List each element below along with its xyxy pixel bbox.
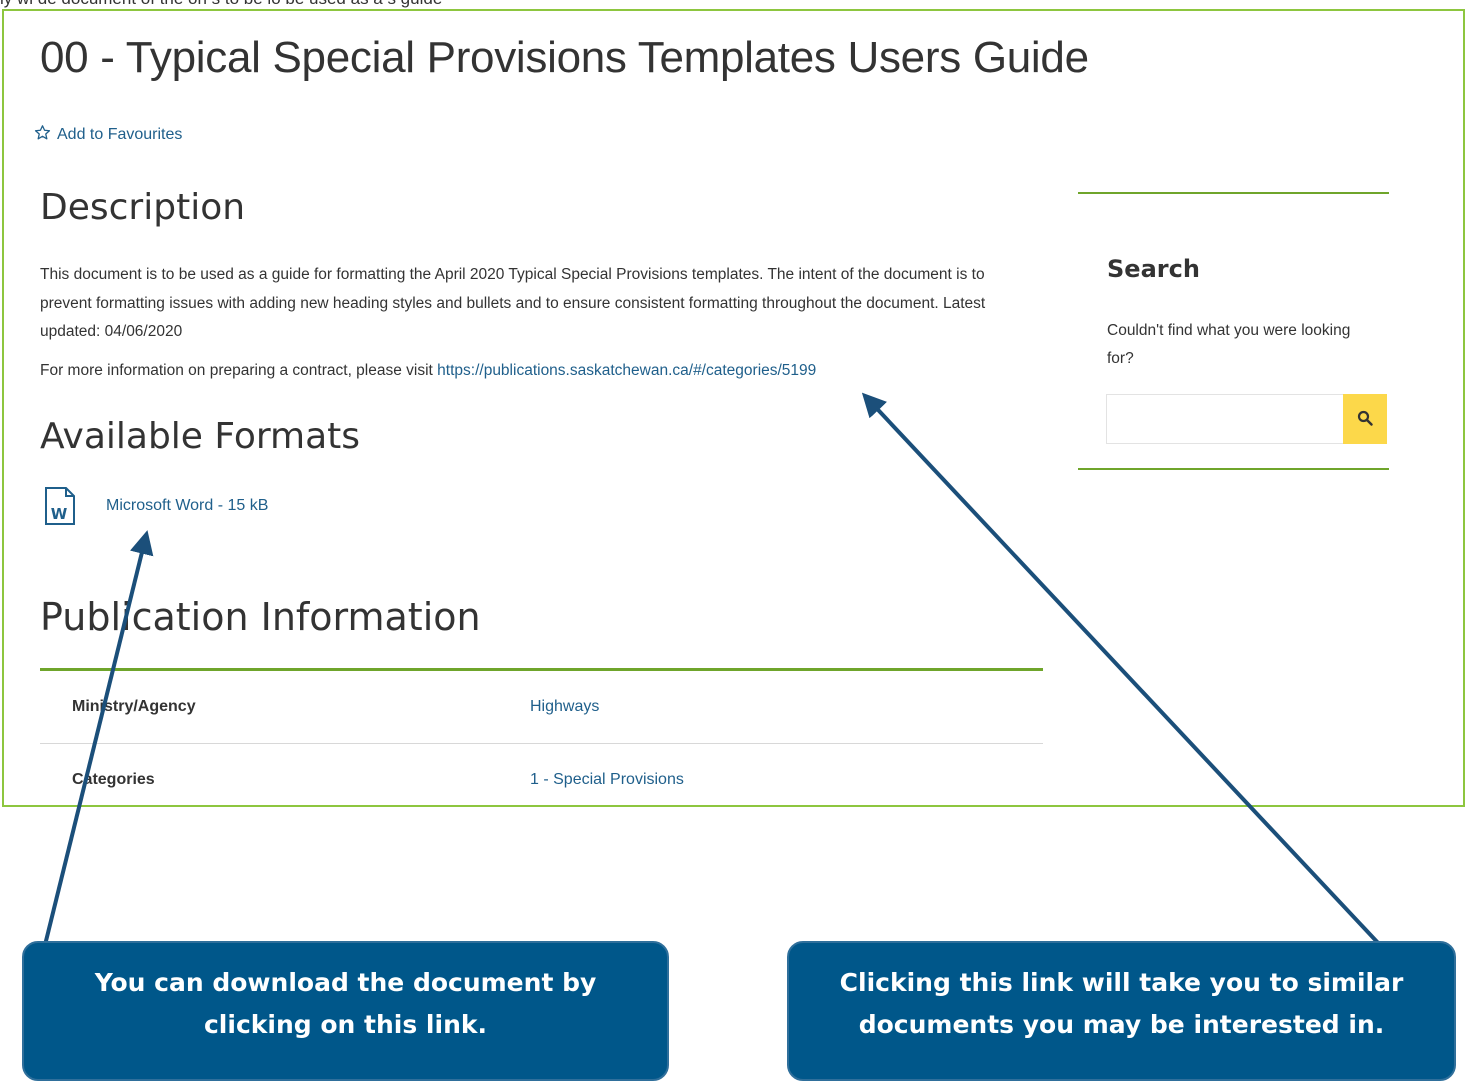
sidebar-top-divider [1078,192,1389,194]
categories-callout: Clicking this link will take you to simi… [787,941,1456,1081]
page-frame: 00 - Typical Special Provisions Template… [2,9,1465,807]
word-document-icon: W [44,487,76,525]
more-info-prefix: For more information on preparing a cont… [40,362,438,379]
search-button[interactable] [1343,394,1387,444]
search-heading: Search [1107,255,1200,283]
available-formats-heading: Available Formats [40,416,361,457]
format-item: W Microsoft Word - 15 kB [44,487,268,525]
sidebar-bottom-divider [1078,468,1389,470]
description-heading: Description [40,187,246,228]
table-row: Ministry/Agency Highways [40,671,1043,744]
add-to-favourites-link[interactable]: Add to Favourites [34,124,182,146]
search-prompt: Couldn't find what you were looking for? [1107,322,1351,367]
download-callout: You can download the document by clickin… [22,941,669,1081]
top-caption: ly wi de document of the on s to be lo b… [0,0,600,9]
ministry-label: Ministry/Agency [72,698,196,715]
search-icon [1357,410,1373,429]
categories-label: Categories [72,771,155,788]
more-info-text: For more information on preparing a cont… [40,362,816,380]
categories-link[interactable]: https://publications.saskatchewan.ca/#/c… [437,362,816,379]
svg-text:W: W [51,505,68,523]
description-text: This document is to be used as a guide f… [40,266,986,340]
table-row: Categories 1 - Special Provisions [40,744,1043,805]
ministry-link[interactable]: Highways [530,698,599,716]
add-to-favourites-label: Add to Favourites [57,126,183,143]
page-title: 00 - Typical Special Provisions Template… [40,33,1089,82]
category-link[interactable]: 1 - Special Provisions [530,771,684,789]
word-download-link[interactable]: Microsoft Word - 15 kB [106,497,268,515]
star-icon [34,124,51,146]
search-input[interactable] [1106,394,1343,444]
publication-info-heading: Publication Information [40,595,481,639]
search-box [1106,394,1387,444]
